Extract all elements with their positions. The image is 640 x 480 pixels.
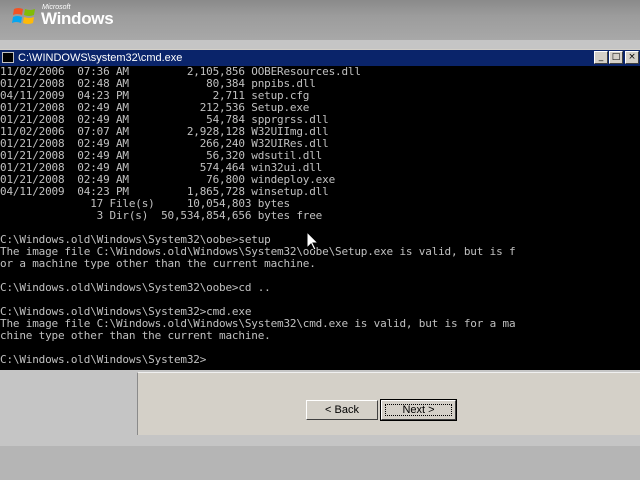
cmd-window-icon[interactable] <box>2 52 14 63</box>
console-line: C:\Windows.old\Windows\System32\oobe>cd … <box>0 281 271 294</box>
focus-rectangle <box>385 404 452 416</box>
next-button[interactable]: Next > <box>380 399 457 421</box>
console-line: C:\Windows.old\Windows\System32> <box>0 353 207 366</box>
close-button[interactable]: × <box>625 51 639 64</box>
console-line: 3 Dir(s) 50,534,854,656 bytes free <box>0 209 323 222</box>
cmd-window-title: C:\WINDOWS\system32\cmd.exe <box>18 52 183 64</box>
bottom-strip <box>0 446 640 480</box>
logo-windows-text: Windows <box>41 9 114 28</box>
back-button[interactable]: < Back <box>306 400 378 420</box>
setup-banner: Microsoft Windows <box>0 0 640 40</box>
minimize-button[interactable]: _ <box>594 51 608 64</box>
console-output[interactable]: 11/02/2006 07:36 AM 2,105,856 OOBEResour… <box>0 66 640 370</box>
cmd-window-titlebar[interactable]: C:\WINDOWS\system32\cmd.exe _ □ × <box>0 49 640 66</box>
windows-flag-icon <box>12 8 35 24</box>
maximize-button[interactable]: □ <box>609 51 623 64</box>
console-line: or a machine type other than the current… <box>0 257 316 270</box>
mouse-pointer-icon <box>307 232 319 251</box>
console-line: chine type other than the current machin… <box>0 329 271 342</box>
